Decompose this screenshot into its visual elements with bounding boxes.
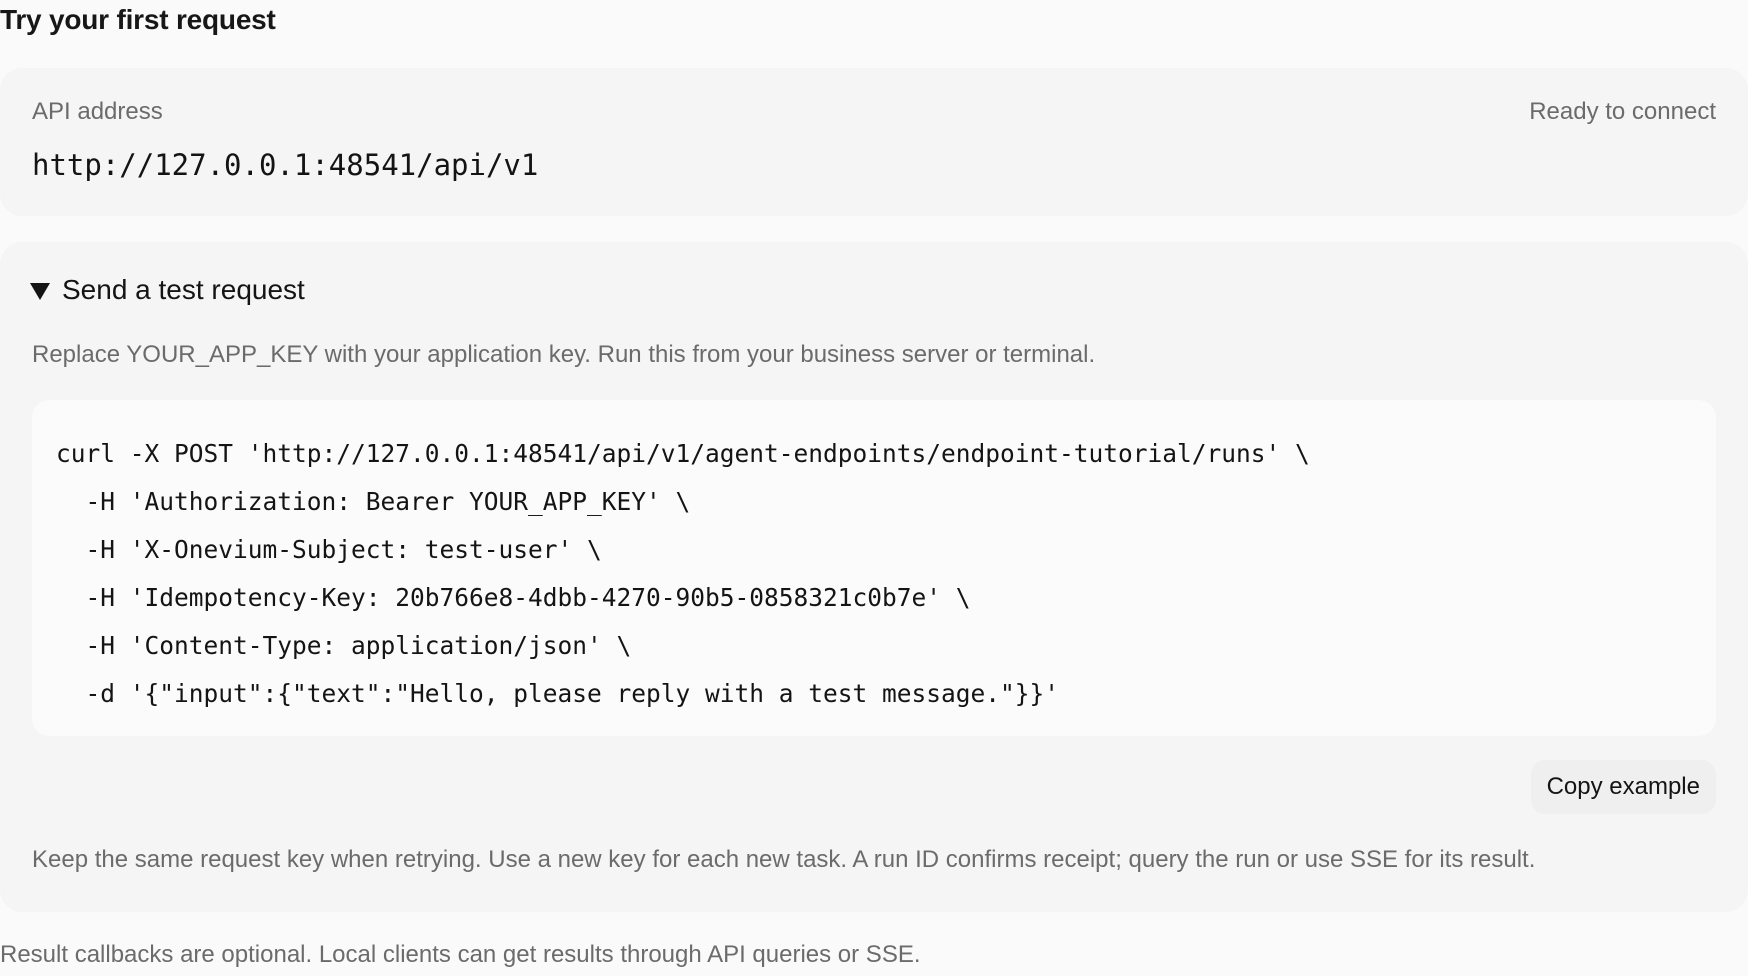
code-line: -H 'Idempotency-Key: 20b766e8-4dbb-4270-… xyxy=(56,583,971,612)
code-line: -H 'Content-Type: application/json' \ xyxy=(56,631,632,660)
page: Try your first request API address Ready… xyxy=(0,0,1748,976)
code-line: -H 'X-Onevium-Subject: test-user' \ xyxy=(56,535,602,564)
code-line: curl -X POST 'http://127.0.0.1:48541/api… xyxy=(56,439,1310,468)
copy-example-button[interactable]: Copy example xyxy=(1530,760,1716,814)
code-line: -H 'Authorization: Bearer YOUR_APP_KEY' … xyxy=(56,487,691,516)
section-heading: Try your first request xyxy=(0,4,276,35)
api-address-card xyxy=(0,68,1748,216)
test-request-title: Send a test request xyxy=(62,274,305,305)
code-line: -d '{"input":{"text":"Hello, please repl… xyxy=(56,679,1060,708)
disclosure-triangle-icon xyxy=(30,282,50,300)
test-request-description: Replace YOUR_APP_KEY with your applicati… xyxy=(32,341,1096,368)
callbacks-note: Result callbacks are optional. Local cli… xyxy=(0,941,921,968)
api-address-value: http://127.0.0.1:48541/api/v1 xyxy=(32,148,539,182)
connection-status: Ready to connect xyxy=(1529,98,1716,125)
test-request-toggle[interactable]: Send a test request xyxy=(30,274,305,306)
curl-code-block: curl -X POST 'http://127.0.0.1:48541/api… xyxy=(32,400,1716,736)
retry-note: Keep the same request key when retrying.… xyxy=(32,846,1536,873)
api-address-label: API address xyxy=(32,98,163,125)
